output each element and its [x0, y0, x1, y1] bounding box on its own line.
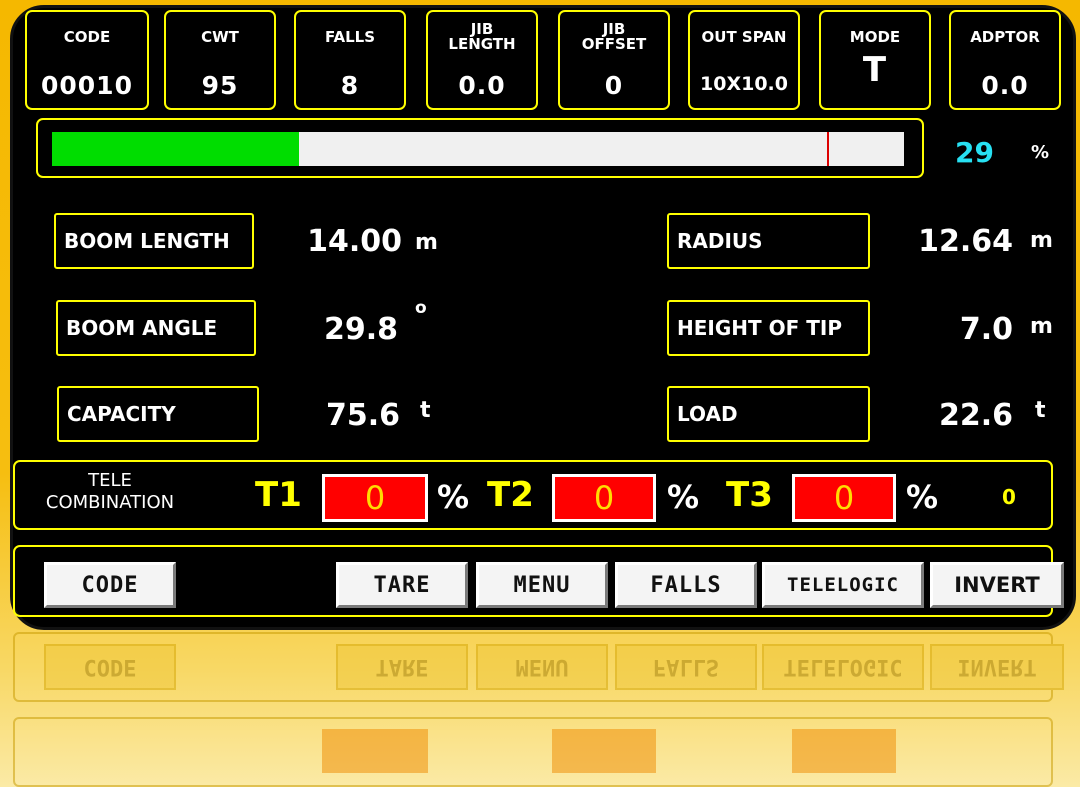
reflection-t2-box	[552, 729, 656, 773]
boom-length-value: 14.00	[307, 224, 402, 259]
adaptor-box: ADPTOR 0.0	[949, 10, 1061, 110]
boom-length-label: BOOM LENGTH	[54, 213, 254, 269]
boom-angle-unit: o	[415, 298, 427, 318]
telelogic-button[interactable]: TELELOGIC	[762, 562, 924, 608]
t3-value-box: 0	[792, 474, 896, 522]
adaptor-label: ADPTOR	[970, 27, 1040, 46]
tele-combination-label: TELE COMBINATION	[45, 470, 175, 513]
radius-unit: m	[1030, 228, 1053, 253]
jib-offset-label: JIB OFFSET	[581, 20, 647, 53]
reflection-tare: TARE	[336, 644, 468, 690]
reflection-menu: MENU	[476, 644, 608, 690]
boom-angle-label: BOOM ANGLE	[56, 300, 256, 356]
cwt-value: 95	[201, 71, 239, 100]
load-unit: t	[1035, 398, 1046, 423]
boom-length-unit: m	[415, 230, 438, 255]
capacity-label: CAPACITY	[57, 386, 259, 442]
mode-value: T	[862, 50, 888, 90]
adaptor-value: 0.0	[981, 71, 1029, 100]
screen-reflection: CODE TARE MENU FALLS TELELOGIC INVERT	[10, 630, 1076, 787]
reflection-button-bar	[13, 632, 1053, 702]
t1-value-box: 0	[322, 474, 428, 522]
load-moment-percent: 29	[955, 136, 994, 169]
load-moment-track	[52, 132, 904, 166]
cwt-label: CWT	[201, 27, 239, 46]
t3-unit: %	[906, 478, 939, 516]
falls-box: FALLS 8	[294, 10, 406, 110]
load-value: 22.6	[938, 398, 1013, 433]
t1-unit: %	[437, 478, 470, 516]
jib-length-label: JIB LENGTH	[448, 20, 516, 53]
load-moment-box	[36, 118, 924, 178]
falls-label: FALLS	[324, 27, 376, 46]
code-value: 00010	[41, 71, 133, 100]
invert-button[interactable]: INVERT	[930, 562, 1064, 608]
radius-value: 12.64	[918, 224, 1013, 259]
jib-offset-box: JIB OFFSET 0	[558, 10, 670, 110]
out-span-box: OUT SPAN 10X10.0	[688, 10, 800, 110]
capacity-value: 75.6	[325, 398, 400, 433]
jib-length-box: JIB LENGTH 0.0	[426, 10, 538, 110]
load-label: LOAD	[667, 386, 870, 442]
reflection-t3-box	[792, 729, 896, 773]
t2-label: T2	[487, 475, 534, 515]
height-of-tip-value: 7.0	[959, 312, 1013, 347]
height-of-tip-label: HEIGHT OF TIP	[667, 300, 870, 356]
code-label: CODE	[63, 27, 111, 46]
cwt-box: CWT 95	[164, 10, 276, 110]
load-moment-percent-unit: %	[1031, 142, 1050, 163]
boom-angle-value: 29.8	[323, 312, 398, 347]
reflection-t1-box	[322, 729, 428, 773]
capacity-unit: t	[420, 398, 431, 423]
tele-count: 0	[1002, 485, 1016, 509]
code-button[interactable]: CODE	[44, 562, 176, 608]
reflection-tele-bar	[13, 717, 1053, 787]
jib-length-value: 0.0	[458, 71, 506, 100]
out-span-value: 10X10.0	[700, 73, 788, 95]
load-moment-fill	[52, 132, 300, 166]
radius-label: RADIUS	[667, 213, 870, 269]
tare-button[interactable]: TARE	[336, 562, 468, 608]
reflection-code: CODE	[44, 644, 176, 690]
menu-button[interactable]: MENU	[476, 562, 608, 608]
load-moment-limit-marker	[827, 132, 830, 166]
out-span-label: OUT SPAN	[701, 27, 787, 46]
jib-offset-value: 0	[604, 71, 624, 100]
height-of-tip-unit: m	[1030, 314, 1053, 339]
reflection-falls: FALLS	[615, 644, 757, 690]
falls-value: 8	[340, 71, 360, 100]
reflection-telelogic: TELELOGIC	[762, 644, 924, 690]
code-box: CODE 00010	[25, 10, 149, 110]
mode-label: MODE	[849, 27, 901, 46]
t1-label: T1	[255, 475, 302, 515]
t3-label: T3	[726, 475, 773, 515]
mode-box: MODE T	[819, 10, 931, 110]
reflection-invert: INVERT	[930, 644, 1064, 690]
t2-unit: %	[667, 478, 700, 516]
falls-button[interactable]: FALLS	[615, 562, 757, 608]
t2-value-box: 0	[552, 474, 656, 522]
